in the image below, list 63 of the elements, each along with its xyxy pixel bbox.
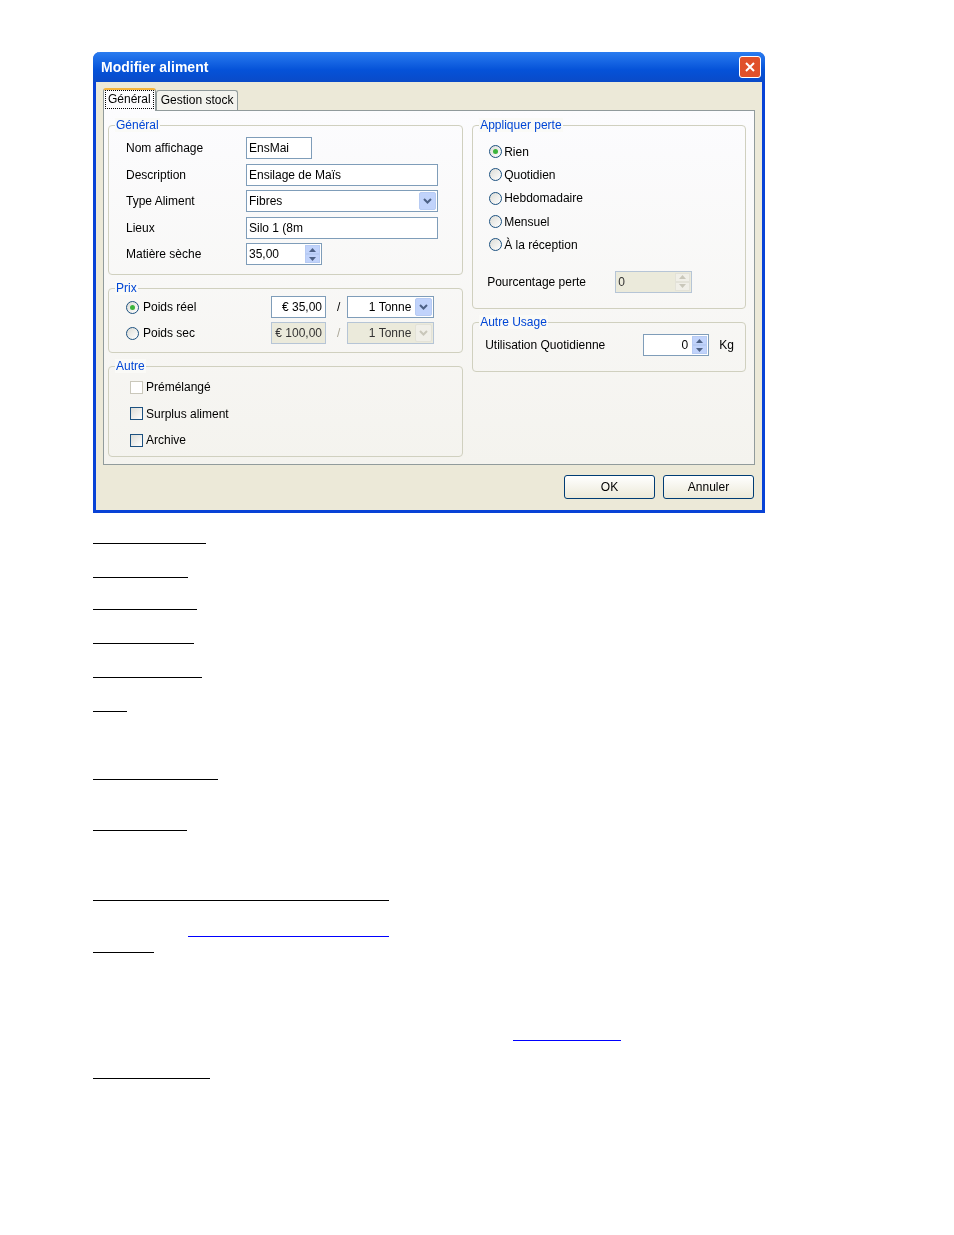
checkbox-label: Prémélangé <box>145 379 211 397</box>
radio-button[interactable] <box>126 300 139 314</box>
input-field[interactable]: Ensilage de Maïs <box>246 163 438 186</box>
group-title: Appliquer perte <box>479 118 563 132</box>
caret-down-icon <box>419 330 429 336</box>
radio-button[interactable] <box>489 145 503 159</box>
radio-label: Quotidien <box>503 166 556 184</box>
checkbox[interactable] <box>130 433 143 447</box>
field-label: Matière sèche <box>126 246 203 264</box>
radio-label: Poids réel <box>142 299 198 316</box>
caret-up-icon <box>309 247 316 252</box>
input-field[interactable]: € 35,00 <box>271 296 326 318</box>
radio-label: Rien <box>503 143 529 161</box>
input-field[interactable]: € 100,00 <box>271 322 326 344</box>
spin-field[interactable]: 35,00 <box>246 243 322 266</box>
spin-up-button[interactable] <box>692 336 708 346</box>
separator-text: / <box>337 325 341 342</box>
input-field[interactable]: Silo 1 (8m <box>246 216 438 239</box>
radio-button[interactable] <box>489 238 503 252</box>
group-title: Prix <box>115 281 138 295</box>
group-title: Général <box>115 118 160 132</box>
caret-down-icon <box>419 304 429 310</box>
input-field[interactable]: EnsMai <box>246 137 312 160</box>
group-title: Autre Usage <box>479 315 548 329</box>
radio-label: Poids sec <box>142 325 197 342</box>
field-label: Lieux <box>126 219 156 237</box>
checkbox-label: Surplus aliment <box>145 405 229 423</box>
dropdown[interactable]: 1 Tonne <box>347 296 435 318</box>
tab[interactable]: Général <box>103 88 156 111</box>
field-label: Description <box>126 166 188 184</box>
close-icon <box>744 61 756 73</box>
caret-down-icon <box>423 198 432 205</box>
radio-label: Mensuel <box>503 213 550 231</box>
spin-down-button[interactable] <box>305 254 320 264</box>
spin-down-button[interactable] <box>692 345 708 355</box>
radio-button[interactable] <box>489 168 503 182</box>
caret-down-icon <box>679 284 687 289</box>
radio-label: À la réception <box>503 236 578 254</box>
spin-up-button[interactable] <box>305 245 320 255</box>
radio-button[interactable] <box>126 326 139 340</box>
radio-button[interactable] <box>489 191 503 205</box>
dropdown-button[interactable] <box>415 298 433 316</box>
dropdown[interactable]: 1 Tonne <box>347 322 435 344</box>
dropdown[interactable]: Fibres <box>246 190 438 213</box>
window-title: Modifier aliment <box>101 57 209 77</box>
spin-field[interactable]: 0 <box>643 334 710 357</box>
group-title: Autre <box>115 359 146 373</box>
dialog-button[interactable]: Annuler <box>663 475 754 499</box>
radio-button[interactable] <box>489 215 503 229</box>
separator-text: / <box>337 299 341 316</box>
field-label: Utilisation Quotidienne <box>485 337 607 355</box>
caret-up-icon <box>696 338 704 343</box>
field-label: Type Aliment <box>126 193 196 211</box>
dialog-button[interactable]: OK <box>564 475 655 499</box>
close-button[interactable] <box>739 56 761 78</box>
field-label: Pourcentage perte <box>487 273 587 291</box>
field-label: Nom affichage <box>126 140 205 158</box>
dropdown-button[interactable] <box>419 192 436 211</box>
checkbox[interactable] <box>130 407 143 421</box>
checkbox-label: Archive <box>145 432 186 450</box>
radio-label: Hebdomadaire <box>503 190 583 208</box>
unit-label: Kg <box>718 337 734 355</box>
tab[interactable]: Gestion stock <box>155 90 239 110</box>
